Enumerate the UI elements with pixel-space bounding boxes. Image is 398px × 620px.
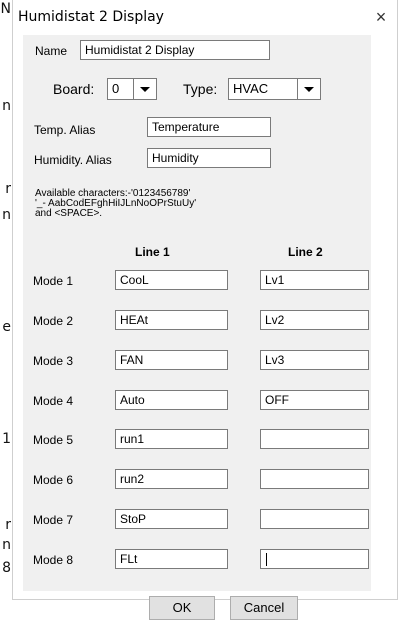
humidistat-display-dialog: Humidistat 2 Display × Name Board: 0 Typ…: [12, 0, 398, 620]
background-letter: n: [2, 207, 11, 223]
line2-column-header: Line 2: [288, 245, 323, 259]
mode1-line1-field[interactable]: [115, 270, 228, 290]
mode3-line2-field[interactable]: [260, 350, 369, 370]
mode4-line2-field[interactable]: [260, 390, 369, 410]
text-caret: [266, 553, 267, 566]
background-letter: r: [5, 181, 11, 197]
ok-button[interactable]: OK: [149, 596, 215, 620]
mode1-line2-field[interactable]: [260, 270, 369, 290]
mode8-line2-field[interactable]: [260, 549, 369, 569]
chevron-down-icon[interactable]: [297, 79, 320, 99]
mode5-line1-field[interactable]: [115, 429, 228, 449]
cancel-button[interactable]: Cancel: [230, 596, 298, 620]
board-select[interactable]: 0: [107, 78, 157, 100]
background-letter: 1: [2, 431, 11, 447]
window-title: Humidistat 2 Display: [18, 9, 164, 25]
background-letter: e: [2, 319, 11, 335]
mode6-line1-field[interactable]: [115, 469, 228, 489]
type-label: Type:: [183, 81, 218, 97]
available-characters-note: Available characters:-'0123456789' '_- A…: [35, 188, 197, 219]
line1-column-header: Line 1: [135, 245, 170, 259]
mode3-line1-field[interactable]: [115, 350, 228, 370]
background-letter: N: [0, 1, 11, 17]
mode2-line2-field[interactable]: [260, 310, 369, 330]
mode-label: Mode 7: [33, 513, 74, 527]
mode4-line1-field[interactable]: [115, 390, 228, 410]
mode-label: Mode 4: [33, 394, 74, 408]
mode7-line2-field[interactable]: [260, 509, 369, 529]
board-selected-value: 0: [112, 81, 120, 96]
background-letter: n: [2, 98, 11, 114]
name-field[interactable]: [80, 40, 270, 60]
mode-label: Mode 6: [33, 473, 74, 487]
type-select[interactable]: HVAC: [228, 78, 321, 100]
mode-label: Mode 5: [33, 433, 74, 447]
close-icon[interactable]: ×: [369, 5, 393, 29]
mode2-line1-field[interactable]: [115, 310, 228, 330]
background-letter: r: [5, 517, 11, 533]
mode8-line1-field[interactable]: [115, 549, 228, 569]
dialog-panel: Name Board: 0 Type: HVAC Temp. Alias Hum…: [23, 35, 371, 620]
temp-alias-label: Temp. Alias: [34, 123, 96, 137]
mode5-line2-field[interactable]: [260, 429, 369, 449]
humidity-alias-label: Humidity. Alias: [34, 153, 112, 167]
background-letter: 8: [2, 560, 11, 576]
type-selected-value: HVAC: [233, 81, 269, 96]
chevron-down-icon[interactable]: [133, 79, 156, 99]
mode6-line2-field[interactable]: [260, 469, 369, 489]
mode-label: Mode 8: [33, 553, 74, 567]
mode7-line1-field[interactable]: [115, 509, 228, 529]
mode-label: Mode 2: [33, 314, 74, 328]
mode-label: Mode 1: [33, 274, 74, 288]
temp-alias-field[interactable]: [147, 117, 271, 137]
name-label: Name: [35, 44, 68, 58]
mode-label: Mode 3: [33, 354, 74, 368]
background-letter: n: [2, 537, 11, 553]
title-bar: Humidistat 2 Display ×: [13, 0, 398, 35]
humidity-alias-field[interactable]: [147, 148, 271, 168]
board-label: Board:: [53, 81, 95, 97]
